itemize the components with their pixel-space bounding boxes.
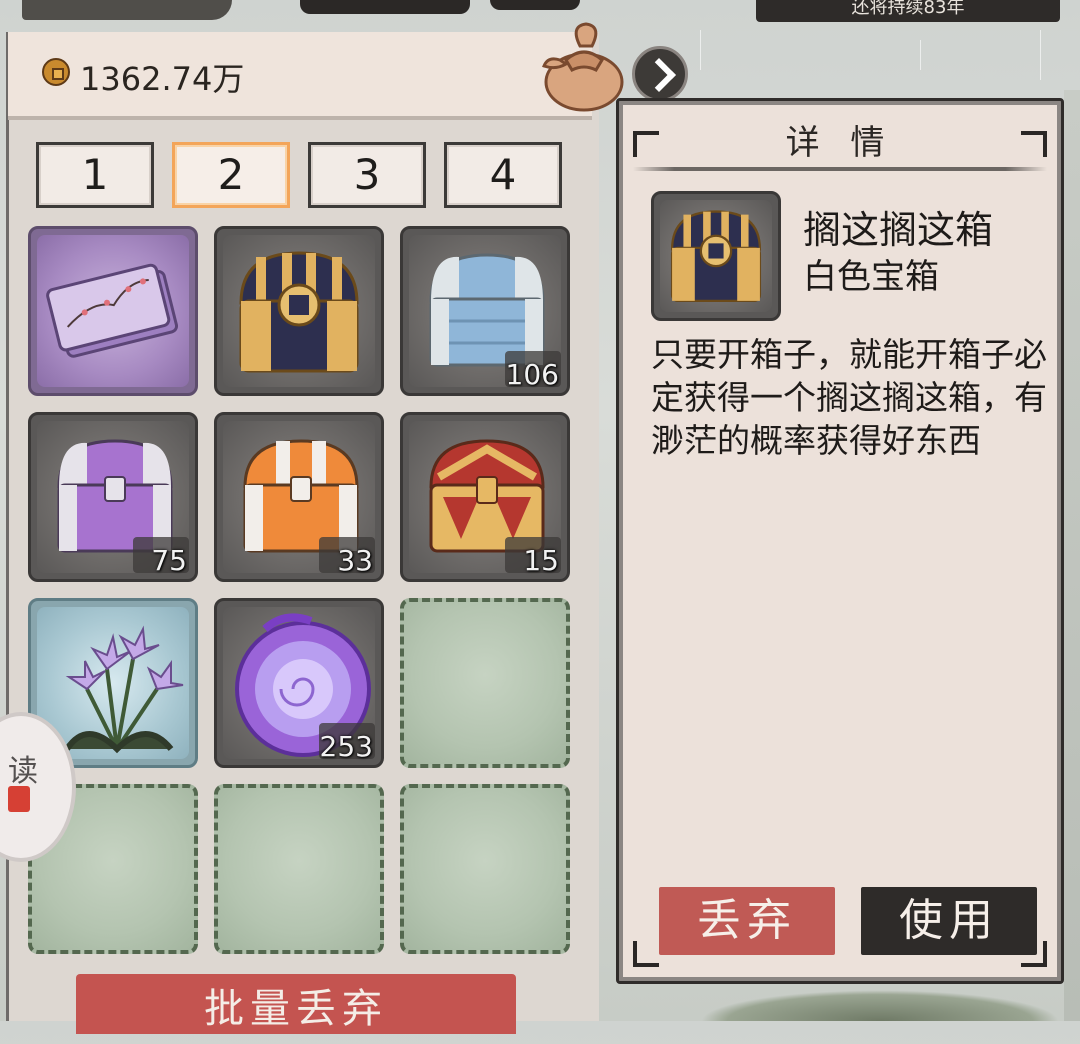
navy-gold-chest-icon xyxy=(239,251,359,373)
inventory-slot[interactable]: 15 xyxy=(400,412,570,582)
background-foliage xyxy=(700,990,1060,1021)
item-count: 253 xyxy=(319,730,373,763)
rain-streak xyxy=(700,30,701,70)
tab-3[interactable]: 3 xyxy=(308,142,426,208)
background-edge xyxy=(1064,90,1080,1021)
item-count: 33 xyxy=(337,544,373,577)
lily-flower-icon xyxy=(64,625,184,754)
detail-panel: 详 情 搁这搁这箱 白色宝箱 只要开箱子，就能开箱子必定获得一个搁这搁这箱，有渺… xyxy=(616,98,1064,984)
copper-coin-icon xyxy=(42,58,70,86)
red-tag-icon xyxy=(8,786,30,812)
read-badge-label: 读 xyxy=(8,754,38,789)
title-divider xyxy=(633,167,1047,171)
discard-button[interactable]: 丢弃 xyxy=(659,887,835,955)
panel-corner xyxy=(633,941,659,967)
empty-slot[interactable] xyxy=(214,784,384,954)
empty-slot[interactable] xyxy=(400,784,570,954)
inventory-slot[interactable] xyxy=(214,226,384,396)
cloth-bag-icon[interactable] xyxy=(540,20,626,112)
item-rarity: 白色宝箱 xyxy=(803,257,939,297)
next-arrow-button[interactable] xyxy=(632,46,688,102)
detail-title: 详 情 xyxy=(785,123,895,163)
top-ink-stroke xyxy=(300,0,470,14)
inventory-slot[interactable] xyxy=(28,226,198,396)
top-ink-stroke xyxy=(22,0,232,20)
navy-gold-chest-icon xyxy=(670,210,762,303)
top-bar: 还将持续83年 xyxy=(0,0,1080,22)
currency-value: 1362.74万 xyxy=(80,60,245,98)
tab-1[interactable]: 1 xyxy=(36,142,154,208)
inventory-slot[interactable]: 106 xyxy=(400,226,570,396)
currency-bar: 1362.74万 xyxy=(8,32,592,120)
inventory-slot[interactable]: 75 xyxy=(28,412,198,582)
inventory-slot[interactable]: 33 xyxy=(214,412,384,582)
item-count: 106 xyxy=(505,358,559,391)
tab-2[interactable]: 2 xyxy=(172,142,290,208)
item-name: 搁这搁这箱 xyxy=(803,208,994,252)
rain-streak xyxy=(1040,30,1041,80)
selected-item-icon xyxy=(651,191,781,321)
top-ink-stroke xyxy=(490,0,580,10)
duration-banner: 还将持续83年 xyxy=(756,0,1060,22)
batch-discard-button[interactable]: 批量丢弃 xyxy=(76,974,516,1034)
use-button[interactable]: 使用 xyxy=(861,887,1037,955)
item-count: 15 xyxy=(523,544,559,577)
plum-blossom-letter-icon xyxy=(46,263,179,358)
empty-slot[interactable] xyxy=(400,598,570,768)
item-description: 只要开箱子，就能开箱子必定获得一个搁这搁这箱，有渺茫的概率获得好东西 xyxy=(651,335,1047,460)
inventory-slot[interactable]: 253 xyxy=(214,598,384,768)
tab-4[interactable]: 4 xyxy=(444,142,562,208)
page-tabs: 1 2 3 4 xyxy=(36,142,566,208)
item-count: 75 xyxy=(151,544,187,577)
rain-streak xyxy=(920,40,921,70)
